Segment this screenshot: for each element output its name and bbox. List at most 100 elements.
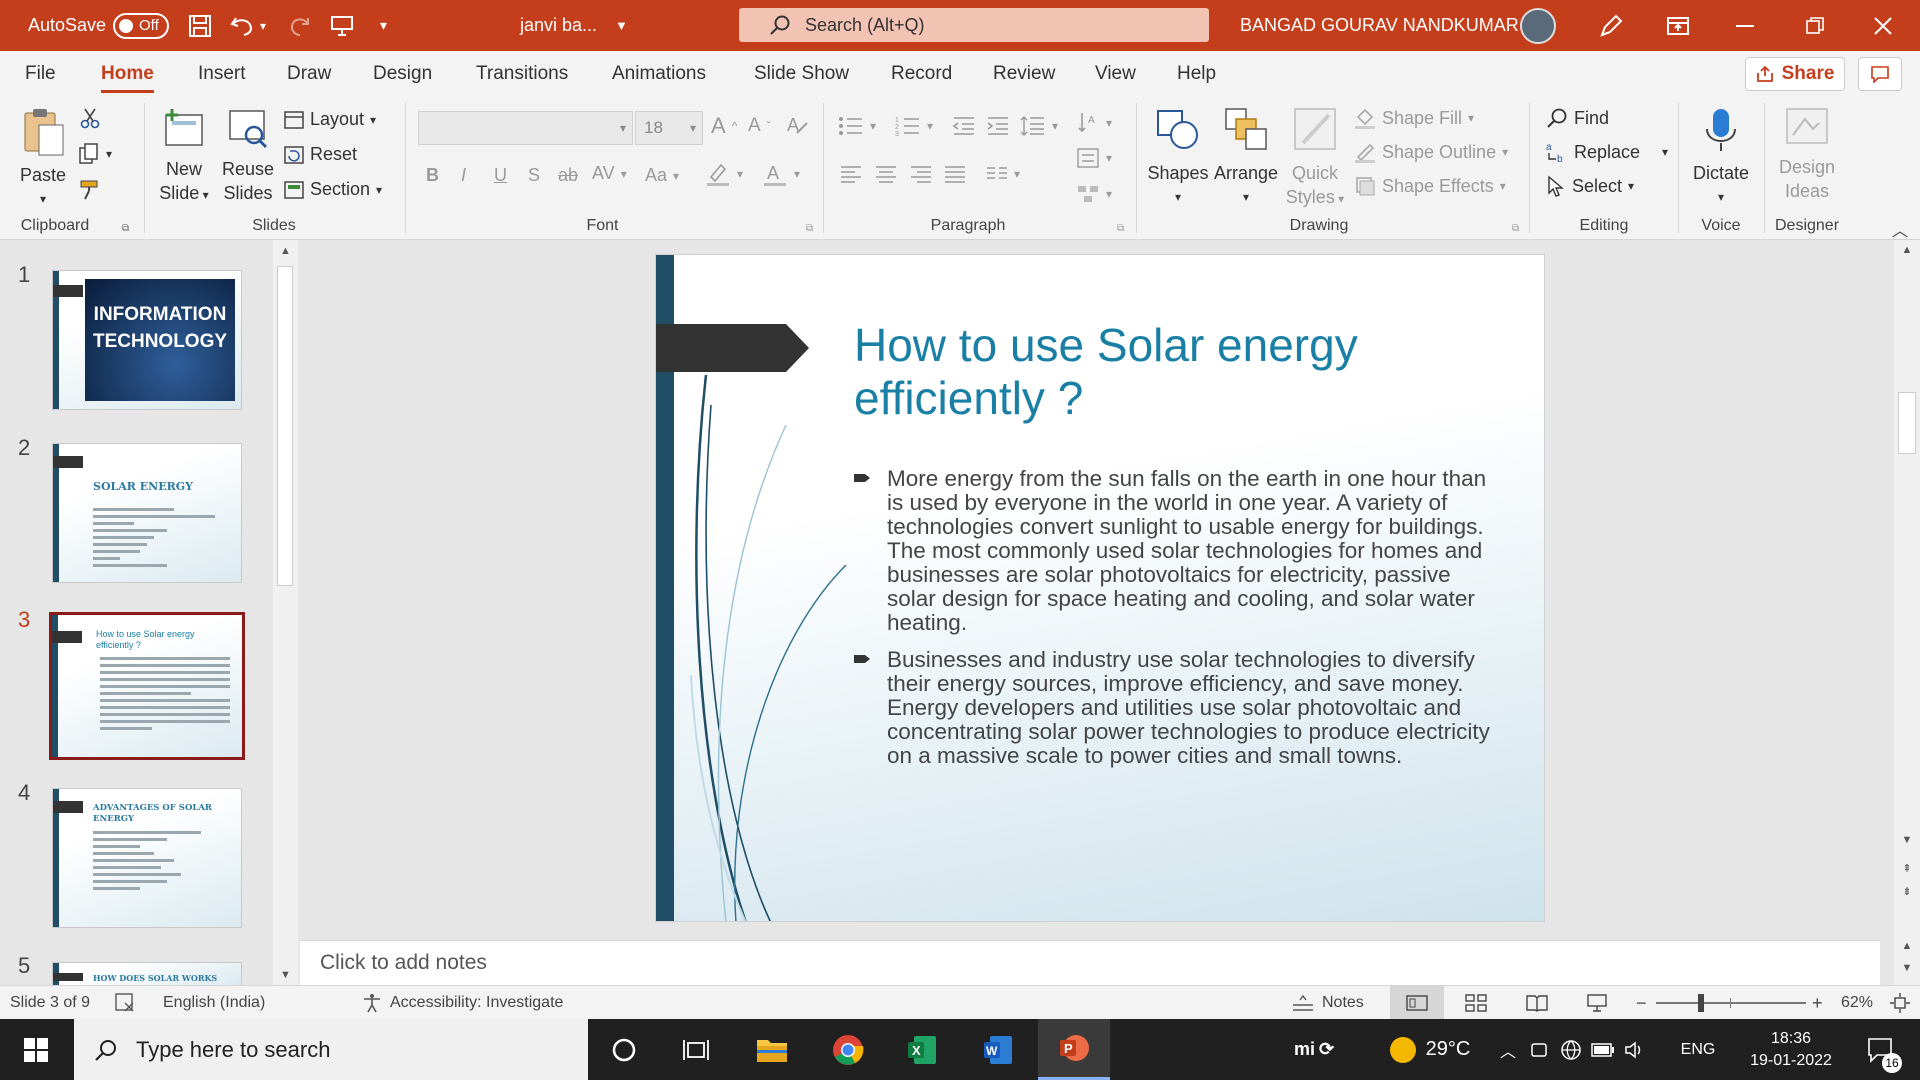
slide-thumbnail-5[interactable]: HOW DOES SOLAR WORKS bbox=[52, 962, 242, 985]
zoom-level[interactable]: 62% bbox=[1841, 986, 1873, 1020]
select-button[interactable]: Select ▾ bbox=[1546, 175, 1634, 197]
grow-font-icon[interactable]: A ^ bbox=[711, 113, 737, 139]
align-text-icon[interactable]: ▾ bbox=[1076, 147, 1112, 169]
share-button[interactable]: Share bbox=[1745, 57, 1845, 91]
font-color-icon[interactable]: A ▾ bbox=[762, 161, 800, 187]
highlight-icon[interactable]: ▾ bbox=[705, 161, 743, 187]
layout-button[interactable]: Layout ▾ bbox=[284, 109, 376, 130]
search-box[interactable]: Search (Alt+Q) bbox=[739, 8, 1209, 42]
tab-animations[interactable]: Animations bbox=[612, 51, 706, 97]
spell-check-icon[interactable] bbox=[115, 986, 137, 1020]
fit-to-window-icon[interactable] bbox=[1890, 986, 1910, 1020]
bold-button[interactable]: B bbox=[426, 165, 439, 186]
paragraph-dialog-launcher-icon[interactable]: ⧉ bbox=[1117, 223, 1124, 234]
tab-draw[interactable]: Draw bbox=[287, 51, 331, 97]
slideshow-view-icon[interactable] bbox=[1586, 986, 1608, 1020]
dictate-button[interactable]: Dictate ▾ bbox=[1686, 105, 1756, 209]
comments-button[interactable] bbox=[1858, 57, 1902, 91]
decrease-indent-icon[interactable] bbox=[952, 115, 976, 137]
reuse-slides-button[interactable]: Reuse Slides bbox=[218, 107, 278, 205]
task-view-icon[interactable] bbox=[666, 1019, 726, 1080]
editor-scroll-thumb[interactable] bbox=[1898, 392, 1916, 454]
new-slide-button[interactable]: New Slide ▾ bbox=[154, 107, 214, 207]
weather-widget[interactable]: 29°C bbox=[1370, 1019, 1490, 1080]
smartart-icon[interactable]: ▾ bbox=[1076, 183, 1112, 205]
cut-icon[interactable] bbox=[80, 107, 100, 129]
tab-slide-show[interactable]: Slide Show bbox=[754, 51, 849, 97]
slide-title[interactable]: How to use Solar energy efficiently ? bbox=[854, 319, 1474, 425]
slide-thumbnail-2[interactable]: SOLAR ENERGY bbox=[52, 443, 242, 583]
text-direction-icon[interactable]: A ▾ bbox=[1076, 111, 1112, 135]
zoom-out-icon[interactable]: − bbox=[1636, 986, 1647, 1020]
quick-styles-button[interactable]: Quick Styles ▾ bbox=[1284, 105, 1346, 211]
notification-center-icon[interactable]: 16 bbox=[1856, 1019, 1906, 1080]
font-size-combo[interactable]: 18 ▾ bbox=[635, 111, 703, 145]
columns-icon[interactable]: ▾ bbox=[986, 165, 1020, 183]
increase-indent-icon[interactable] bbox=[986, 115, 1010, 137]
slide-thumbnail-1[interactable]: INFORMATION TECHNOLOGY bbox=[52, 270, 242, 410]
collapse-ribbon-icon[interactable]: ︿ bbox=[1892, 217, 1908, 241]
ribbon-display-icon[interactable] bbox=[1666, 0, 1690, 51]
save-icon[interactable] bbox=[188, 0, 212, 51]
excel-icon[interactable]: X bbox=[892, 1019, 952, 1080]
tab-design[interactable]: Design bbox=[373, 51, 432, 97]
autosave-toggle[interactable]: Off bbox=[113, 12, 169, 39]
notes-toggle[interactable]: Notes bbox=[1292, 986, 1364, 1020]
align-left-icon[interactable] bbox=[840, 165, 862, 183]
character-spacing-button[interactable]: AV ▾ bbox=[592, 163, 627, 184]
present-icon[interactable] bbox=[330, 0, 354, 51]
slide-bullet-1[interactable]: More energy from the sun falls on the ea… bbox=[854, 467, 1494, 635]
zoom-slider[interactable] bbox=[1656, 986, 1806, 1020]
network-icon[interactable] bbox=[1556, 1019, 1586, 1080]
shapes-button[interactable]: Shapes ▾ bbox=[1146, 105, 1210, 209]
line-spacing-icon[interactable]: ▾ bbox=[1020, 115, 1058, 137]
thumbnail-scroll-thumb[interactable] bbox=[277, 266, 293, 586]
shape-effects-button[interactable]: Shape Effects ▾ bbox=[1354, 175, 1506, 197]
powerpoint-icon[interactable]: P bbox=[1038, 1019, 1110, 1080]
customize-toolbar-icon[interactable]: ▾ bbox=[380, 0, 387, 51]
restore-icon[interactable] bbox=[1806, 0, 1824, 51]
cortana-icon[interactable] bbox=[594, 1019, 654, 1080]
mi-share-icon[interactable]: mi ⟳ bbox=[1284, 1019, 1344, 1080]
thumbnail-scrollbar[interactable]: ▲ ▼ bbox=[273, 240, 298, 985]
editor-scrollbar[interactable]: ▲ ▼ ⇞ ⇟ ▲ ▼ bbox=[1894, 240, 1920, 985]
slide-sorter-icon[interactable] bbox=[1465, 986, 1487, 1020]
clear-formatting-icon[interactable]: A bbox=[785, 113, 809, 137]
align-right-icon[interactable] bbox=[910, 165, 932, 183]
section-button[interactable]: Section ▾ bbox=[284, 179, 382, 200]
accessibility-status[interactable]: Accessibility: Investigate bbox=[362, 986, 563, 1020]
previous-slide-icon[interactable]: ⇞ bbox=[1894, 862, 1920, 875]
shadow-button[interactable]: S bbox=[528, 165, 540, 186]
clock[interactable]: 18:36 19-01-2022 bbox=[1736, 1019, 1846, 1080]
minimize-icon[interactable] bbox=[1736, 0, 1754, 51]
replace-button[interactable]: ab Replace ▾ bbox=[1546, 141, 1668, 164]
chrome-icon[interactable] bbox=[818, 1019, 878, 1080]
undo-icon[interactable]: ▾ bbox=[230, 0, 266, 51]
notes-pane[interactable]: Click to add notes bbox=[300, 940, 1880, 985]
next-slide-icon[interactable]: ⇟ bbox=[1894, 885, 1920, 898]
copy-icon[interactable]: ▾ bbox=[78, 143, 112, 165]
file-name[interactable]: janvi ba... ▼ bbox=[520, 0, 628, 51]
pen-icon[interactable] bbox=[1598, 0, 1624, 51]
slide-thumbnail-4[interactable]: ADVANTAGES OF SOLAR ENERGY bbox=[52, 788, 242, 928]
bullets-icon[interactable]: ▾ bbox=[838, 115, 876, 137]
avatar[interactable] bbox=[1520, 7, 1556, 44]
normal-view-icon[interactable] bbox=[1390, 986, 1444, 1020]
language-status[interactable]: English (India) bbox=[163, 986, 265, 1020]
format-painter-icon[interactable] bbox=[78, 179, 100, 201]
taskbar-search-box[interactable]: Type here to search bbox=[74, 1019, 588, 1080]
word-icon[interactable]: W bbox=[968, 1019, 1028, 1080]
strikethrough-button[interactable]: ab bbox=[558, 165, 578, 186]
numbering-icon[interactable]: 1 2 3 ▾ bbox=[895, 115, 933, 137]
tab-file[interactable]: File bbox=[25, 51, 56, 97]
zoom-in-icon[interactable]: + bbox=[1812, 986, 1823, 1020]
arrange-button[interactable]: Arrange ▾ bbox=[1212, 105, 1280, 209]
align-center-icon[interactable] bbox=[875, 165, 897, 183]
font-name-combo[interactable]: ▾ bbox=[418, 111, 633, 145]
volume-icon[interactable] bbox=[1620, 1019, 1650, 1080]
close-icon[interactable] bbox=[1874, 0, 1892, 51]
tab-record[interactable]: Record bbox=[891, 51, 952, 97]
drawing-dialog-launcher-icon[interactable]: ⧉ bbox=[1512, 223, 1519, 234]
font-dialog-launcher-icon[interactable]: ⧉ bbox=[806, 223, 813, 234]
input-language[interactable]: ENG bbox=[1668, 1019, 1728, 1080]
